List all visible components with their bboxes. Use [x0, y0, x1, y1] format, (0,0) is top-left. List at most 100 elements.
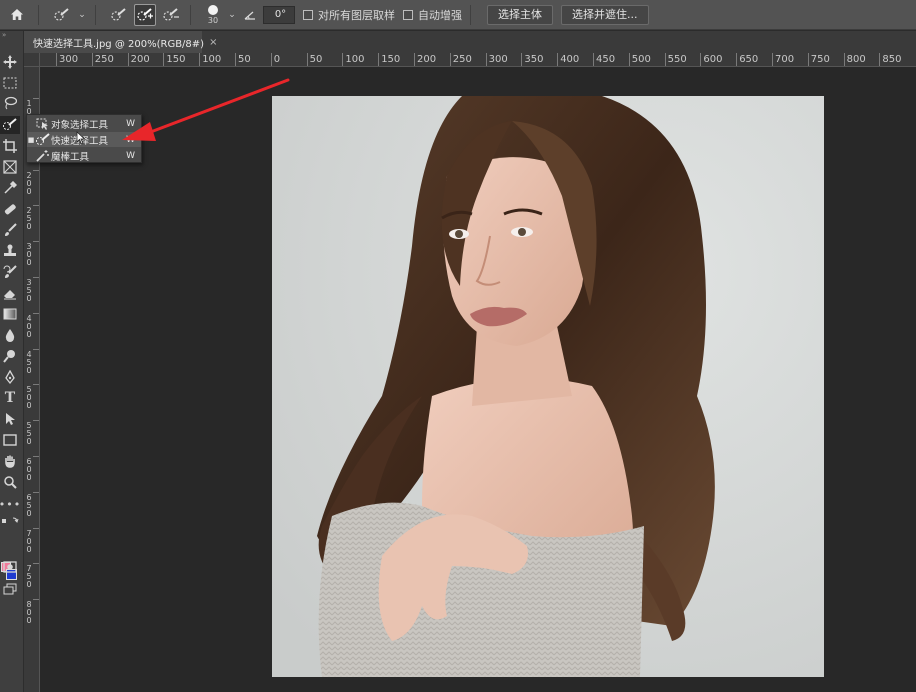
ruler-v-tick — [33, 348, 39, 350]
document-tab[interactable]: 快速选择工具.jpg @ 200%(RGB/8#) × — [24, 31, 217, 53]
ruler-h-label: 650 — [736, 53, 758, 66]
options-bar: ⌄ 30 ⌄ 0° 对所有图层取样 自动增强 选择主体 选择并遮住... — [0, 0, 916, 30]
ruler-v-label: 0 — [26, 473, 32, 482]
add-to-selection-icon[interactable] — [134, 3, 156, 26]
screen-mode-icon[interactable] — [0, 580, 20, 598]
ruler-h-label: 0 — [270, 53, 280, 66]
default-colors-icon[interactable] — [0, 515, 20, 527]
object-selection-icon — [35, 117, 51, 130]
ruler-v-label: 0 — [26, 508, 32, 518]
hand-tool-icon[interactable] — [0, 452, 20, 470]
path-selection-tool-icon[interactable] — [0, 410, 20, 428]
select-and-mask-button[interactable]: 选择并遮住... — [561, 4, 649, 25]
selected-marker-icon: ■ — [27, 135, 35, 144]
ruler-h-label: 600 — [700, 53, 722, 66]
sample-all-layers-label: 对所有图层取样 — [318, 8, 395, 22]
move-tool-icon[interactable] — [0, 53, 20, 71]
ruler-v-tick — [33, 491, 39, 493]
ruler-origin[interactable] — [24, 53, 40, 67]
separator — [38, 4, 39, 25]
healing-brush-tool-icon[interactable] — [0, 200, 20, 218]
dodge-tool-icon[interactable] — [0, 347, 20, 365]
ruler-v-tick — [33, 98, 39, 99]
quick-selection-tool-icon[interactable] — [0, 116, 20, 134]
magic-wand-icon — [35, 149, 51, 162]
brush-dot-icon — [208, 4, 218, 15]
ruler-v-label: 0 — [26, 365, 32, 375]
ruler-v-label: 0 — [26, 401, 32, 411]
home-icon[interactable] — [4, 4, 30, 26]
chevron-down-icon[interactable]: ⌄ — [77, 4, 87, 26]
ruler-v-label: 0 — [26, 544, 32, 554]
mouse-cursor-icon — [76, 131, 86, 145]
checkbox-box[interactable] — [403, 9, 413, 20]
quick-mask-icon[interactable] — [0, 558, 20, 576]
ruler-v-tick — [33, 527, 39, 529]
eraser-tool-icon[interactable] — [0, 284, 20, 302]
frame-tool-icon[interactable] — [0, 158, 20, 176]
horizontal-ruler[interactable]: 300 250 200 150 100 50 0 50 100 150 200 250 300 350 40… — [40, 53, 916, 67]
ruler-v-label: 0 — [26, 616, 32, 626]
ruler-h-label: 250 — [91, 53, 114, 66]
zoom-tool-icon[interactable] — [0, 473, 20, 491]
ruler-h-label: 700 — [772, 53, 794, 66]
subtract-from-selection-icon[interactable] — [160, 4, 182, 26]
brush-tool-icon[interactable] — [0, 221, 20, 239]
history-brush-tool-icon[interactable] — [0, 263, 20, 281]
ruler-h-label: 450 — [593, 53, 615, 66]
ruler-h-label: 250 — [449, 53, 472, 66]
flyout-item-shortcut: W — [126, 134, 135, 145]
ruler-v-label: 0 — [26, 329, 32, 339]
ruler-v-label: 0 — [26, 437, 32, 447]
angle-icon — [241, 4, 259, 26]
ruler-v-tick — [33, 563, 39, 565]
ruler-v-label: 0 — [26, 186, 32, 196]
document-canvas[interactable] — [40, 67, 916, 692]
close-icon[interactable]: × — [209, 37, 217, 48]
collapse-chevron-icon[interactable]: » — [0, 31, 23, 39]
blur-tool-icon[interactable] — [0, 326, 20, 344]
ruler-h-label: 500 — [628, 53, 651, 66]
brush-picker[interactable]: 30 — [203, 4, 223, 26]
ruler-h-label: 100 — [199, 53, 221, 66]
ruler-h-label: 300 — [56, 53, 78, 66]
pen-tool-icon[interactable] — [0, 368, 20, 386]
document-tab-bar: 快速选择工具.jpg @ 200%(RGB/8#) × — [24, 31, 916, 53]
flyout-item-label: 对象选择工具 — [51, 119, 109, 131]
clone-stamp-tool-icon[interactable] — [0, 242, 20, 260]
gradient-tool-icon[interactable] — [0, 305, 20, 323]
type-tool-icon[interactable]: T — [0, 389, 20, 407]
ruler-h-label: 350 — [521, 53, 543, 66]
ruler-v-label: 0 — [26, 294, 32, 303]
portrait-photo[interactable] — [272, 96, 824, 677]
chevron-down-icon[interactable]: ⌄ — [227, 4, 237, 26]
separator — [95, 4, 96, 25]
quick-selection-icon — [35, 133, 51, 146]
ruler-h-label: 100 — [342, 53, 364, 66]
ruler-h-label: 750 — [807, 53, 830, 66]
angle-field[interactable]: 0° — [263, 5, 295, 24]
ruler-h-label: 50 — [306, 53, 322, 66]
sample-all-layers-checkbox[interactable]: 对所有图层取样 — [303, 7, 395, 23]
lasso-tool-icon[interactable] — [0, 94, 20, 112]
eyedropper-tool-icon[interactable] — [0, 179, 20, 197]
flyout-item-shortcut: W — [126, 150, 135, 161]
flyout-item-magic-wand[interactable]: 魔棒工具 W — [27, 148, 141, 163]
auto-enhance-checkbox[interactable]: 自动增强 — [403, 7, 462, 23]
ruler-h-label: 800 — [843, 53, 866, 66]
brush-size: 30 — [207, 15, 219, 25]
ruler-v-tick — [33, 169, 39, 171]
more-tools-icon[interactable]: ••• — [0, 495, 20, 513]
select-subject-button[interactable]: 选择主体 — [487, 4, 553, 25]
ruler-v-tick — [33, 599, 39, 601]
tool-preset-picker-icon[interactable] — [51, 4, 73, 26]
marquee-tool-icon[interactable] — [0, 74, 20, 92]
ruler-v-tick — [33, 456, 39, 457]
crop-tool-icon[interactable] — [0, 137, 20, 155]
ruler-h-label: 200 — [414, 53, 436, 66]
flyout-item-object-selection[interactable]: 对象选择工具 W — [27, 116, 141, 131]
new-selection-icon[interactable] — [108, 4, 130, 26]
rectangle-tool-icon[interactable] — [0, 431, 20, 449]
flyout-item-shortcut: W — [126, 118, 135, 129]
checkbox-box[interactable] — [303, 9, 313, 20]
